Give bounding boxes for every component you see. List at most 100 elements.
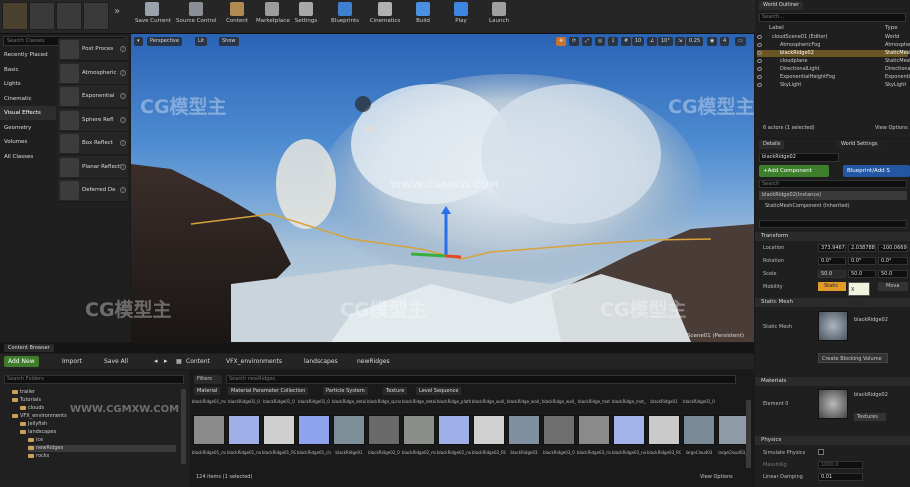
help-icon[interactable]: ?	[120, 187, 126, 193]
textures-dropdown[interactable]: Textures	[854, 413, 886, 421]
outliner-row[interactable]: AtmosphericFog AtmosphericF	[757, 42, 910, 49]
category-cinematic[interactable]: Cinematic	[0, 92, 56, 106]
asset-tile[interactable]	[368, 415, 400, 445]
camera-speed-value[interactable]: 4	[720, 37, 730, 46]
filter-tag[interactable]: Texture	[383, 387, 408, 395]
filter-tag[interactable]: Material	[194, 387, 221, 395]
outliner-row[interactable]: cloudplane StaticMesh	[757, 58, 910, 65]
asset-tile[interactable]	[298, 415, 330, 445]
placeable-item[interactable]: Post Proces?	[58, 38, 128, 61]
transform-header[interactable]: Transform	[755, 232, 910, 241]
location-x[interactable]: 373.94675	[818, 244, 846, 252]
outliner-row[interactable]: DirectionalLight DirectionalL	[757, 66, 910, 73]
settings-button[interactable]: Settings	[292, 2, 320, 32]
materials-header[interactable]: Materials	[755, 377, 910, 386]
tree-scrollbar[interactable]	[181, 389, 186, 464]
asset-tile[interactable]	[543, 415, 575, 445]
perspective-button[interactable]: Perspective	[147, 37, 182, 46]
world-local-icon[interactable]: ◎	[595, 37, 606, 46]
folder-tree-item[interactable]: trailer	[12, 389, 176, 396]
folder-tree-item[interactable]: Jellyfish	[20, 421, 176, 428]
outliner-row[interactable]: blackRidge02 StaticMesh	[757, 50, 910, 57]
outliner-row[interactable]: cloudScene01 (Editor) World	[757, 34, 908, 41]
help-icon[interactable]: ?	[120, 69, 126, 76]
visibility-eye-icon[interactable]	[757, 82, 762, 87]
help-icon[interactable]: ?	[120, 140, 126, 146]
tab-world-settings[interactable]: World Settings	[837, 140, 882, 149]
component-static-mesh-row[interactable]: StaticMeshComponent (Inherited)	[765, 203, 850, 209]
material-value[interactable]: blackRidge02	[854, 392, 888, 398]
viewport-options-icon[interactable]: ▾	[134, 37, 143, 46]
grid-snap-value[interactable]: 10	[632, 37, 645, 46]
scale-y[interactable]: 50.0	[848, 270, 876, 278]
actor-name-field[interactable]: blackRidge02	[759, 153, 839, 162]
asset-search-input[interactable]: Search newRidges	[226, 375, 736, 384]
path-segment-0[interactable]: Content	[182, 356, 214, 367]
source-control-button[interactable]: Source Control	[176, 2, 217, 32]
mass-field[interactable]: 1000.0	[818, 461, 863, 469]
asset-tile[interactable]	[193, 415, 225, 445]
build-button[interactable]: Build	[409, 2, 437, 32]
foliage-mode-button[interactable]	[83, 2, 109, 30]
filter-tag[interactable]: Particle System	[323, 387, 368, 395]
import-button[interactable]: Import	[58, 356, 86, 367]
placeable-item[interactable]: Atmospheric?	[58, 61, 128, 85]
tab-world-outliner[interactable]: World Outliner	[759, 1, 804, 10]
simulate-physics-checkbox[interactable]	[818, 449, 824, 455]
location-y[interactable]: 2.038788	[848, 244, 876, 252]
sky-light-icon[interactable]	[365, 125, 373, 133]
help-icon[interactable]: ?	[120, 46, 126, 52]
asset-tile[interactable]	[508, 415, 540, 445]
scale-snap-value[interactable]: 0.25	[686, 37, 704, 46]
add-new-button[interactable]: Add New	[4, 356, 39, 367]
surface-snap-icon[interactable]: ↧	[608, 37, 619, 46]
mobility-movable-button[interactable]: Mova	[878, 282, 908, 291]
asset-tile[interactable]	[613, 415, 645, 445]
blueprint-add-script-button[interactable]: Blueprint/Add S	[843, 165, 910, 177]
folder-tree-item[interactable]: landscapes	[20, 429, 176, 436]
visibility-eye-icon[interactable]	[757, 66, 762, 71]
asset-tile[interactable]	[648, 415, 680, 445]
paint-mode-button[interactable]	[29, 2, 55, 30]
placeable-item[interactable]: Deferred De?	[58, 179, 128, 202]
category-lights[interactable]: Lights	[0, 77, 56, 91]
component-instance-row[interactable]: blackRidge02(Instance)	[759, 191, 907, 200]
gizmo-y-axis[interactable]	[410, 252, 447, 258]
folder-tree-item[interactable]: Tutorials	[12, 397, 176, 404]
marketplace-button[interactable]: Marketplace	[256, 2, 290, 32]
show-button[interactable]: Show	[219, 37, 239, 46]
asset-tile[interactable]	[578, 415, 610, 445]
help-icon[interactable]: ?	[120, 93, 126, 99]
static-mesh-value[interactable]: blackRidge02	[854, 317, 888, 323]
gizmo-x-axis[interactable]	[445, 254, 462, 259]
play-button[interactable]: Play	[449, 2, 473, 32]
rotation-z[interactable]: 0.0°	[878, 257, 908, 265]
asset-view-options[interactable]: View Options	[700, 474, 733, 480]
filters-button[interactable]: Filters	[194, 375, 222, 384]
rotation-snap-value[interactable]: 10°	[658, 37, 673, 46]
category-geometry[interactable]: Geometry	[0, 121, 56, 135]
path-segment-3[interactable]: newRidges	[353, 356, 394, 367]
outliner-col-label[interactable]: Label	[769, 25, 784, 31]
add-component-button[interactable]: +Add Component	[759, 165, 829, 177]
asset-tile[interactable]	[683, 415, 715, 445]
placeable-item[interactable]: Box Reflect?	[58, 132, 128, 155]
asset-scrollbar[interactable]	[746, 400, 751, 468]
help-icon[interactable]: ?	[120, 116, 126, 123]
visibility-eye-icon[interactable]	[757, 42, 762, 47]
scale-tool-icon[interactable]: ⤢	[582, 37, 593, 46]
rotation-snap-icon[interactable]: ∠	[647, 37, 658, 46]
save-current-button[interactable]: Save Current	[135, 2, 171, 32]
launch-button[interactable]: Launch	[485, 2, 513, 32]
category-volumes[interactable]: Volumes	[0, 135, 56, 149]
asset-tile[interactable]	[438, 415, 470, 445]
asset-tile[interactable]	[263, 415, 295, 445]
details-search-input-2[interactable]	[759, 220, 907, 228]
outliner-row[interactable]: ExponentialHeightFog Exponential	[757, 74, 910, 81]
mobility-static-button[interactable]: Static	[818, 282, 846, 291]
linear-damping-field[interactable]: 0.01	[818, 473, 863, 481]
folder-tree-item[interactable]: newRidges	[28, 445, 176, 452]
material-thumbnail[interactable]	[818, 389, 848, 419]
landscape-mode-button[interactable]	[56, 2, 82, 30]
scale-snap-icon[interactable]: ⇲	[675, 37, 686, 46]
